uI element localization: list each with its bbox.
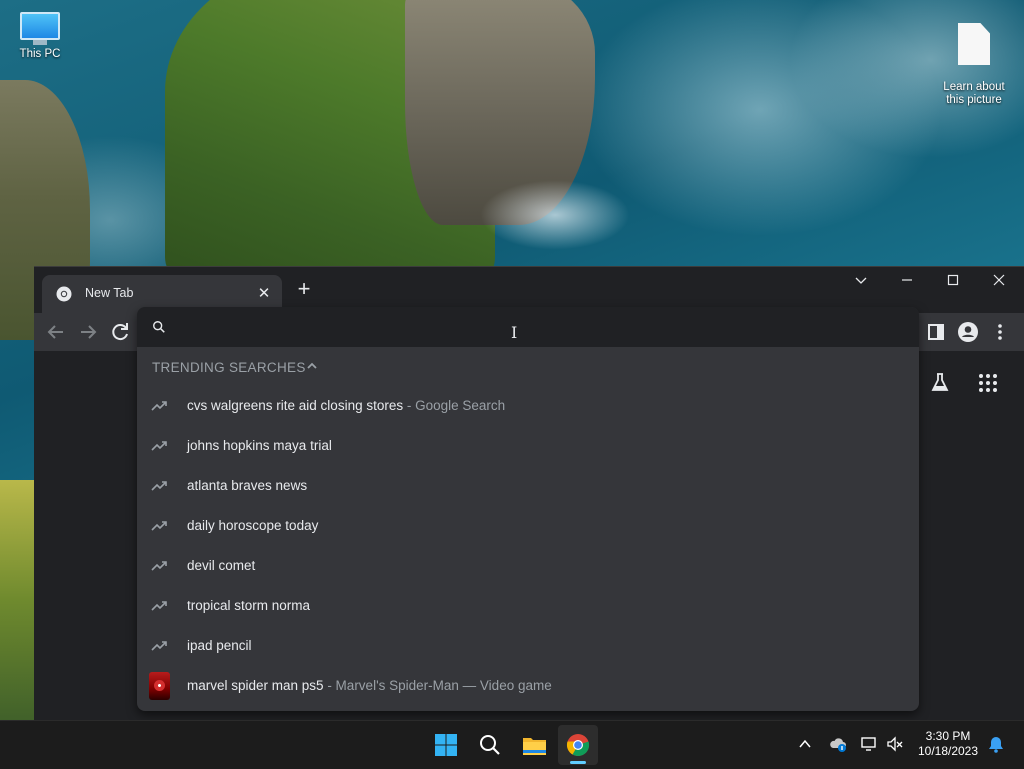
search-icon bbox=[153, 321, 165, 333]
tab-close-icon[interactable]: ✕ bbox=[254, 284, 274, 304]
suggestion-subtext: - Marvel's Spider-Man — Video game bbox=[323, 678, 552, 693]
file-explorer-icon bbox=[523, 738, 546, 755]
desktop-icon-this-pc[interactable]: This PC bbox=[0, 12, 80, 60]
taskbar: 3:30 PM 10/18/2023 bbox=[0, 720, 1024, 769]
suggestion-item[interactable]: cvs walgreens rite aid closing stores - … bbox=[137, 386, 919, 426]
chrome-taskbar-button[interactable] bbox=[558, 725, 598, 765]
suggestion-item[interactable]: devil comet bbox=[137, 546, 919, 586]
file-explorer-button[interactable] bbox=[514, 725, 554, 765]
chrome-icon bbox=[56, 286, 72, 302]
trending-icon bbox=[151, 441, 167, 451]
suggestion-text: cvs walgreens rite aid closing stores bbox=[187, 398, 404, 413]
computer-icon bbox=[0, 12, 80, 45]
suggestion-text: marvel spider man ps5 bbox=[187, 678, 324, 693]
profile-icon[interactable] bbox=[956, 320, 980, 344]
suggestion-text: atlanta braves news bbox=[187, 478, 308, 493]
clock-date: 10/18/2023 bbox=[917, 744, 979, 758]
suggestion-text: daily horoscope today bbox=[187, 518, 319, 533]
tab-title: New Tab bbox=[85, 286, 134, 300]
trending-icon bbox=[151, 601, 167, 611]
trending-icon bbox=[151, 481, 167, 491]
reload-icon[interactable] bbox=[108, 320, 132, 344]
game-thumbnail bbox=[149, 672, 170, 700]
network-icon[interactable] bbox=[860, 735, 878, 753]
taskbar-search-button[interactable] bbox=[470, 725, 510, 765]
chevron-up-icon[interactable] bbox=[305, 359, 319, 373]
maximize-icon[interactable] bbox=[930, 267, 976, 297]
desktop-icon-label: Learn about this picture bbox=[943, 81, 1005, 106]
taskbar-clock[interactable]: 3:30 PM 10/18/2023 bbox=[914, 729, 982, 759]
desktop-icon-learn-picture[interactable]: Learn about this picture bbox=[934, 10, 1014, 120]
minimize-icon[interactable] bbox=[884, 267, 930, 297]
forward-icon[interactable] bbox=[76, 320, 100, 344]
trending-icon bbox=[151, 641, 167, 651]
labs-flask-icon[interactable] bbox=[928, 371, 952, 395]
search-icon bbox=[480, 735, 500, 755]
omnibox-input-row[interactable]: I bbox=[137, 307, 919, 347]
notification-bell-icon[interactable] bbox=[988, 736, 1004, 753]
trending-icon bbox=[151, 401, 167, 411]
suggestion-item[interactable]: tropical storm norma bbox=[137, 586, 919, 626]
trending-icon bbox=[151, 561, 167, 571]
chevron-up-icon[interactable] bbox=[798, 737, 812, 751]
start-button[interactable] bbox=[426, 725, 466, 765]
suggestion-item[interactable]: atlanta braves news bbox=[137, 466, 919, 506]
side-panel-icon[interactable] bbox=[924, 320, 948, 344]
desktop-icon-label: This PC bbox=[19, 48, 61, 60]
windows-start-icon bbox=[435, 734, 457, 756]
suggestion-text: devil comet bbox=[187, 558, 256, 573]
suggestion-item[interactable]: daily horoscope today bbox=[137, 506, 919, 546]
text-cursor-icon: I bbox=[511, 323, 518, 342]
suggestion-item[interactable]: marvel spider man ps5 - Marvel's Spider-… bbox=[137, 666, 919, 706]
suggestion-text: ipad pencil bbox=[187, 638, 252, 653]
close-icon[interactable] bbox=[976, 267, 1022, 297]
onedrive-icon[interactable] bbox=[829, 735, 847, 753]
more-menu-icon[interactable] bbox=[988, 320, 1012, 344]
volume-muted-icon[interactable] bbox=[886, 735, 904, 753]
suggestion-item[interactable]: ipad pencil bbox=[137, 626, 919, 666]
back-icon[interactable] bbox=[44, 320, 68, 344]
omnibox-dropdown: I TRENDING SEARCHES cvs walgreens rite a… bbox=[137, 307, 919, 711]
chevron-down-icon[interactable] bbox=[838, 267, 884, 297]
suggestion-item[interactable]: johns hopkins maya trial bbox=[137, 426, 919, 466]
suggestion-text: tropical storm norma bbox=[187, 598, 311, 613]
suggestion-subtext: - Google Search bbox=[403, 398, 506, 413]
clock-time: 3:30 PM bbox=[925, 729, 971, 743]
apps-grid-icon[interactable] bbox=[976, 371, 1000, 395]
trending-icon bbox=[151, 521, 167, 531]
chrome-icon bbox=[566, 734, 590, 757]
new-tab-button[interactable]: + bbox=[292, 278, 316, 302]
file-icon bbox=[934, 23, 1014, 65]
wallpaper-foam bbox=[480, 180, 630, 250]
trending-searches-header: TRENDING SEARCHES bbox=[152, 360, 306, 375]
active-indicator bbox=[570, 761, 586, 764]
suggestion-text: johns hopkins maya trial bbox=[187, 438, 332, 453]
